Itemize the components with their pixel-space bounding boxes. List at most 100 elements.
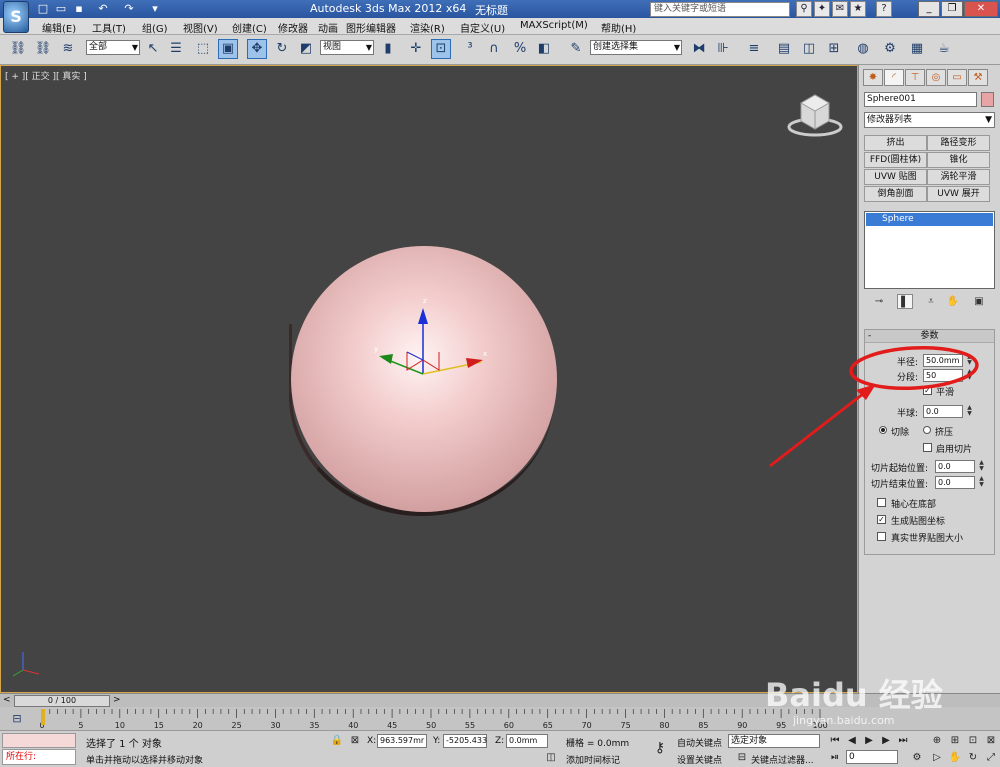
auto-key-button[interactable]: 自动关键点 <box>677 736 722 749</box>
create-tab-icon[interactable]: ✸ <box>863 69 883 86</box>
menu-customize[interactable]: 自定义(U) <box>460 20 505 35</box>
lock-selection-icon[interactable]: 🔒 <box>330 734 344 748</box>
manipulate-icon[interactable]: ✛ <box>406 39 426 59</box>
field-of-view-icon[interactable]: ▷ <box>930 751 944 765</box>
undo-icon[interactable]: ↶ <box>96 2 110 16</box>
zoom-icon[interactable]: ⊕ <box>930 734 944 748</box>
binoculars-icon[interactable]: ⚲ <box>796 1 812 17</box>
menu-edit[interactable]: 编辑(E) <box>42 20 76 35</box>
edit-named-selection-icon[interactable]: ✎ <box>566 39 586 59</box>
window-crossing-icon[interactable]: ▣ <box>218 39 238 59</box>
help-icon[interactable]: ? <box>876 1 892 17</box>
maxscript-listener-box[interactable] <box>2 733 76 748</box>
search-input[interactable]: 键入关键字或短语 <box>650 2 790 17</box>
open-file-icon[interactable]: ▭ <box>54 2 68 16</box>
viewcube-icon[interactable] <box>787 91 843 137</box>
render-production-icon[interactable]: ☕ <box>934 39 954 59</box>
spinner-snap-icon[interactable]: ◧ <box>534 39 554 59</box>
real-world-checkbox[interactable] <box>877 532 886 541</box>
layer-manager-icon[interactable]: ≡ <box>744 39 764 59</box>
previous-frame-icon[interactable]: ◀ <box>845 734 859 748</box>
link-icon[interactable]: ⛓ <box>8 39 28 59</box>
selection-filter-dropdown[interactable]: 全部 ▼ <box>86 40 140 55</box>
unlink-icon[interactable]: ⛓ <box>33 39 53 59</box>
rendered-frame-icon[interactable]: ▦ <box>907 39 927 59</box>
subscription-icon[interactable]: ✦ <box>814 1 830 17</box>
select-object-icon[interactable]: ↖ <box>143 39 163 59</box>
modifier-stack[interactable]: Sphere <box>864 211 995 289</box>
time-slider-thumb[interactable]: 0 / 100 <box>14 695 110 707</box>
set-key-icon[interactable]: ⚷ <box>650 741 670 755</box>
set-key-button[interactable]: 设置关键点 <box>677 753 722 766</box>
motion-tab-icon[interactable]: ◎ <box>926 69 946 86</box>
object-name-field[interactable]: Sphere001 <box>864 92 977 107</box>
modifier-bevel-profile-button[interactable]: 倒角剖面 <box>864 186 927 202</box>
chop-radio[interactable] <box>879 426 887 434</box>
base-pivot-checkbox[interactable] <box>877 498 886 507</box>
go-to-start-icon[interactable]: ⏮ <box>828 734 842 748</box>
mirror-icon[interactable]: ⧓ <box>689 39 709 59</box>
slice-to-spinner[interactable]: ▲ ▼ <box>977 476 986 489</box>
curve-editor-icon[interactable]: ◫ <box>799 39 819 59</box>
modifier-unwrap-uvw-button[interactable]: UVW 展开 <box>927 186 990 202</box>
key-filters-button[interactable]: 关键点过滤器... <box>751 753 814 766</box>
segments-spinner[interactable]: ▲ ▼ <box>965 369 974 382</box>
slice-on-checkbox[interactable] <box>923 443 932 452</box>
zoom-all-icon[interactable]: ⊞ <box>948 734 962 748</box>
select-and-scale-icon[interactable]: ◩ <box>296 39 316 59</box>
squash-radio[interactable] <box>923 426 931 434</box>
align-icon[interactable]: ⊪ <box>713 39 733 59</box>
keyboard-shortcut-override-icon[interactable]: ⊡ <box>431 39 451 59</box>
radius-field[interactable]: 50.0mm <box>923 354 963 367</box>
key-mode-toggle-icon[interactable]: ⏯ <box>828 751 842 765</box>
snaps-toggle-icon[interactable]: ³ <box>460 39 480 59</box>
maximize-button[interactable]: ❐ <box>941 1 963 17</box>
menu-views[interactable]: 视图(V) <box>183 20 218 35</box>
menu-group[interactable]: 组(G) <box>142 20 168 35</box>
bind-space-warp-icon[interactable]: ≋ <box>58 39 78 59</box>
pan-view-icon[interactable]: ✋ <box>948 751 962 765</box>
minimize-button[interactable]: _ <box>918 1 940 17</box>
play-icon[interactable]: ▶ <box>862 734 876 748</box>
perspective-viewport[interactable]: [ + ][ 正交 ][ 真实 ] z x y <box>0 65 858 693</box>
remove-modifier-icon[interactable]: ✋ <box>945 294 961 309</box>
display-tab-icon[interactable]: ▭ <box>947 69 967 86</box>
communication-icon[interactable]: ✉ <box>832 1 848 17</box>
modifier-list-dropdown[interactable]: 修改器列表 ▼ <box>864 112 995 128</box>
time-config-icon[interactable]: ⚙ <box>910 751 924 765</box>
time-prev-icon[interactable]: < <box>3 695 11 705</box>
selection-set-dropdown[interactable]: 选定对象 <box>728 734 820 748</box>
modifier-ffd-cyl-button[interactable]: FFD(圆柱体) <box>864 152 927 168</box>
rectangular-selection-icon[interactable]: ⬚ <box>193 39 213 59</box>
reference-coordinate-dropdown[interactable]: 视图 ▼ <box>320 40 374 55</box>
gen-mapping-checkbox[interactable]: ✓ <box>877 515 886 524</box>
segments-field[interactable]: 50 <box>923 369 963 382</box>
menu-help[interactable]: 帮助(H) <box>601 20 636 35</box>
radius-spinner[interactable]: ▲ ▼ <box>965 354 974 367</box>
object-color-swatch[interactable] <box>981 92 994 107</box>
next-frame-icon[interactable]: ▶ <box>879 734 893 748</box>
y-coord-field[interactable]: -5205.433 <box>443 734 487 748</box>
zoom-extents-icon[interactable]: ⊡ <box>966 734 980 748</box>
modifier-turbosmooth-button[interactable]: 涡轮平滑 <box>927 169 990 185</box>
modifier-uvw-map-button[interactable]: UVW 贴图 <box>864 169 927 185</box>
angle-snap-icon[interactable]: ∩ <box>484 39 504 59</box>
z-coord-field[interactable]: 0.0mm <box>506 734 548 748</box>
material-editor-icon[interactable]: ◍ <box>853 39 873 59</box>
smooth-checkbox[interactable]: ✓ <box>923 386 932 395</box>
pin-stack-icon[interactable]: ⊸ <box>871 294 887 309</box>
time-next-icon[interactable]: > <box>113 695 121 705</box>
show-end-result-icon[interactable]: ▌ <box>897 294 913 309</box>
select-by-name-icon[interactable]: ☰ <box>166 39 186 59</box>
configure-modifier-sets-icon[interactable]: ▣ <box>971 294 987 309</box>
favorites-star-icon[interactable]: ★ <box>850 1 866 17</box>
utilities-tab-icon[interactable]: ⚒ <box>968 69 988 86</box>
named-selection-dropdown[interactable]: 创建选择集 ▼ <box>590 40 682 55</box>
menu-tools[interactable]: 工具(T) <box>92 20 126 35</box>
quick-access-dropdown-icon[interactable]: ▾ <box>148 2 162 16</box>
app-menu-button[interactable]: S <box>3 1 29 33</box>
current-frame-marker[interactable] <box>41 709 45 725</box>
menu-animation[interactable]: 动画 <box>318 20 338 35</box>
new-file-icon[interactable]: □ <box>36 2 50 16</box>
go-to-end-icon[interactable]: ⏭ <box>896 734 910 748</box>
